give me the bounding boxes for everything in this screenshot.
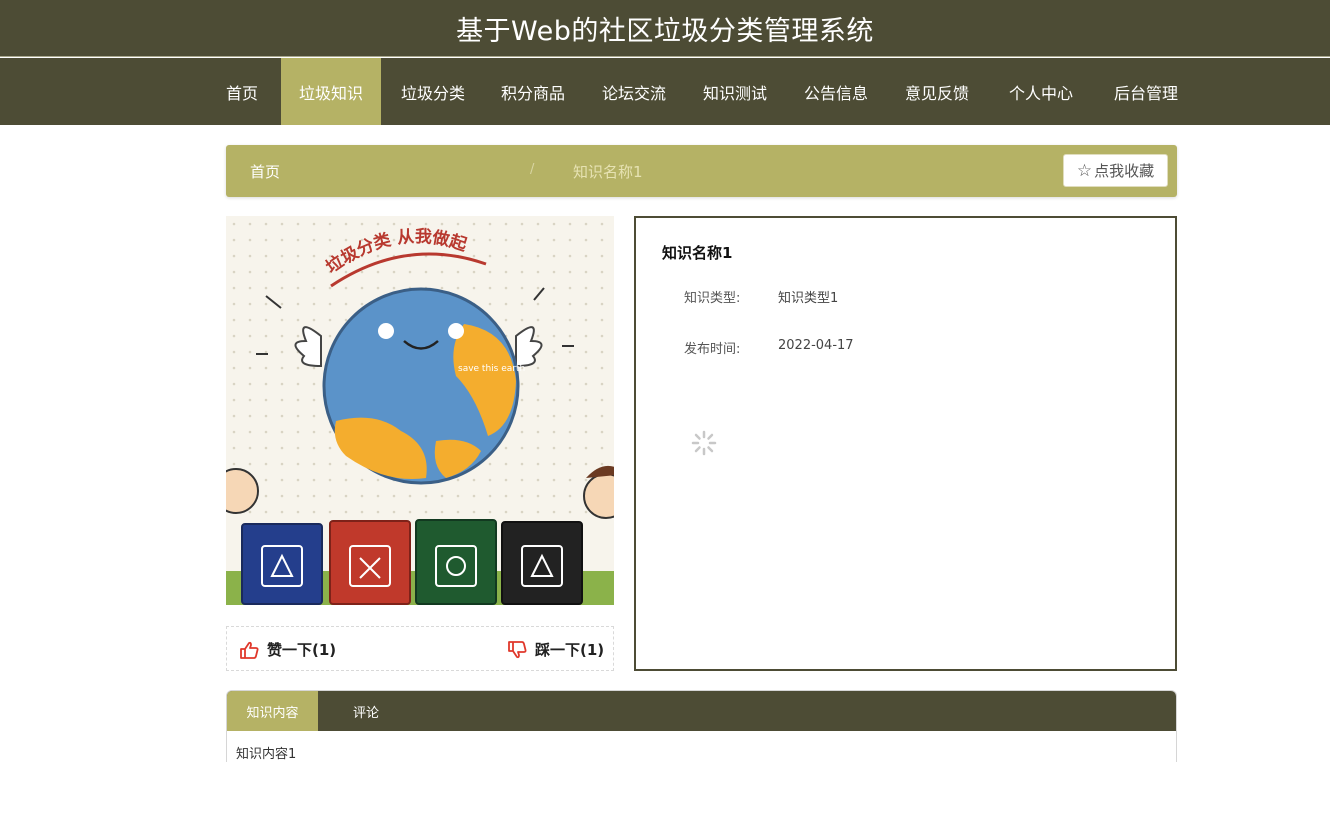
breadcrumb-home-link[interactable]: 首页: [250, 161, 280, 182]
site-title: 基于Web的社区垃圾分类管理系统: [456, 15, 874, 47]
nav-item-points-products[interactable]: 积分商品: [491, 58, 575, 125]
knowledge-image: 垃圾分类 从我做起 save this earth: [226, 216, 614, 605]
nav-item-garbage-knowledge[interactable]: 垃圾知识: [281, 58, 381, 125]
nav-item-feedback[interactable]: 意见反馈: [895, 58, 979, 125]
star-outline-icon: ☆: [1076, 160, 1093, 181]
publish-time-value: 2022-04-17: [778, 338, 854, 353]
knowledge-content-text: 知识内容1: [236, 747, 297, 762]
tab-knowledge-content[interactable]: 知识内容: [227, 691, 318, 731]
dislike-label: 踩一下(1): [535, 641, 605, 659]
breadcrumb: 首页 / 知识名称1 ☆ 点我收藏: [226, 145, 1177, 197]
main-nav: 首页 垃圾知识 垃圾分类 积分商品 论坛交流 知识测试 公告信息 意见反馈 个人…: [0, 58, 1330, 125]
type-value: 知识类型1: [778, 291, 839, 306]
favorite-button-label: 点我收藏: [1094, 162, 1155, 180]
nav-item-admin[interactable]: 后台管理: [1104, 58, 1188, 125]
site-header: 基于Web的社区垃圾分类管理系统: [0, 0, 1330, 57]
dislike-button[interactable]: 踩一下(1): [507, 639, 604, 660]
breadcrumb-separator: /: [530, 162, 535, 177]
like-button[interactable]: 赞一下(1): [239, 639, 336, 660]
tabs-header: 知识内容 评论: [227, 691, 1176, 731]
nav-item-announcements[interactable]: 公告信息: [794, 58, 878, 125]
favorite-button[interactable]: ☆ 点我收藏: [1063, 154, 1168, 187]
garbage-sorting-illustration: 垃圾分类 从我做起 save this earth: [226, 216, 614, 605]
content-tabs: 知识内容 评论 知识内容1: [226, 690, 1177, 762]
tab-comments[interactable]: 评论: [328, 691, 404, 731]
nav-item-home[interactable]: 首页: [213, 58, 271, 125]
knowledge-detail-panel: 知识名称1 知识类型: 知识类型1 发布时间: 2022-04-17: [634, 216, 1177, 671]
type-label: 知识类型:: [684, 291, 741, 306]
nav-item-garbage-classification[interactable]: 垃圾分类: [391, 58, 475, 125]
thumbs-up-icon: [240, 641, 259, 659]
nav-item-profile[interactable]: 个人中心: [998, 58, 1084, 125]
like-label: 赞一下(1): [267, 641, 337, 659]
knowledge-title: 知识名称1: [662, 244, 733, 262]
vote-bar: 赞一下(1) 踩一下(1): [226, 626, 614, 671]
thumbs-down-icon: [508, 640, 527, 658]
loading-spinner-icon: [691, 430, 717, 456]
nav-item-forum[interactable]: 论坛交流: [592, 58, 676, 125]
breadcrumb-current: 知识名称1: [573, 163, 643, 181]
publish-time-label: 发布时间:: [684, 342, 741, 357]
globe-text: save this earth: [458, 364, 525, 374]
nav-item-quiz[interactable]: 知识测试: [693, 58, 777, 125]
